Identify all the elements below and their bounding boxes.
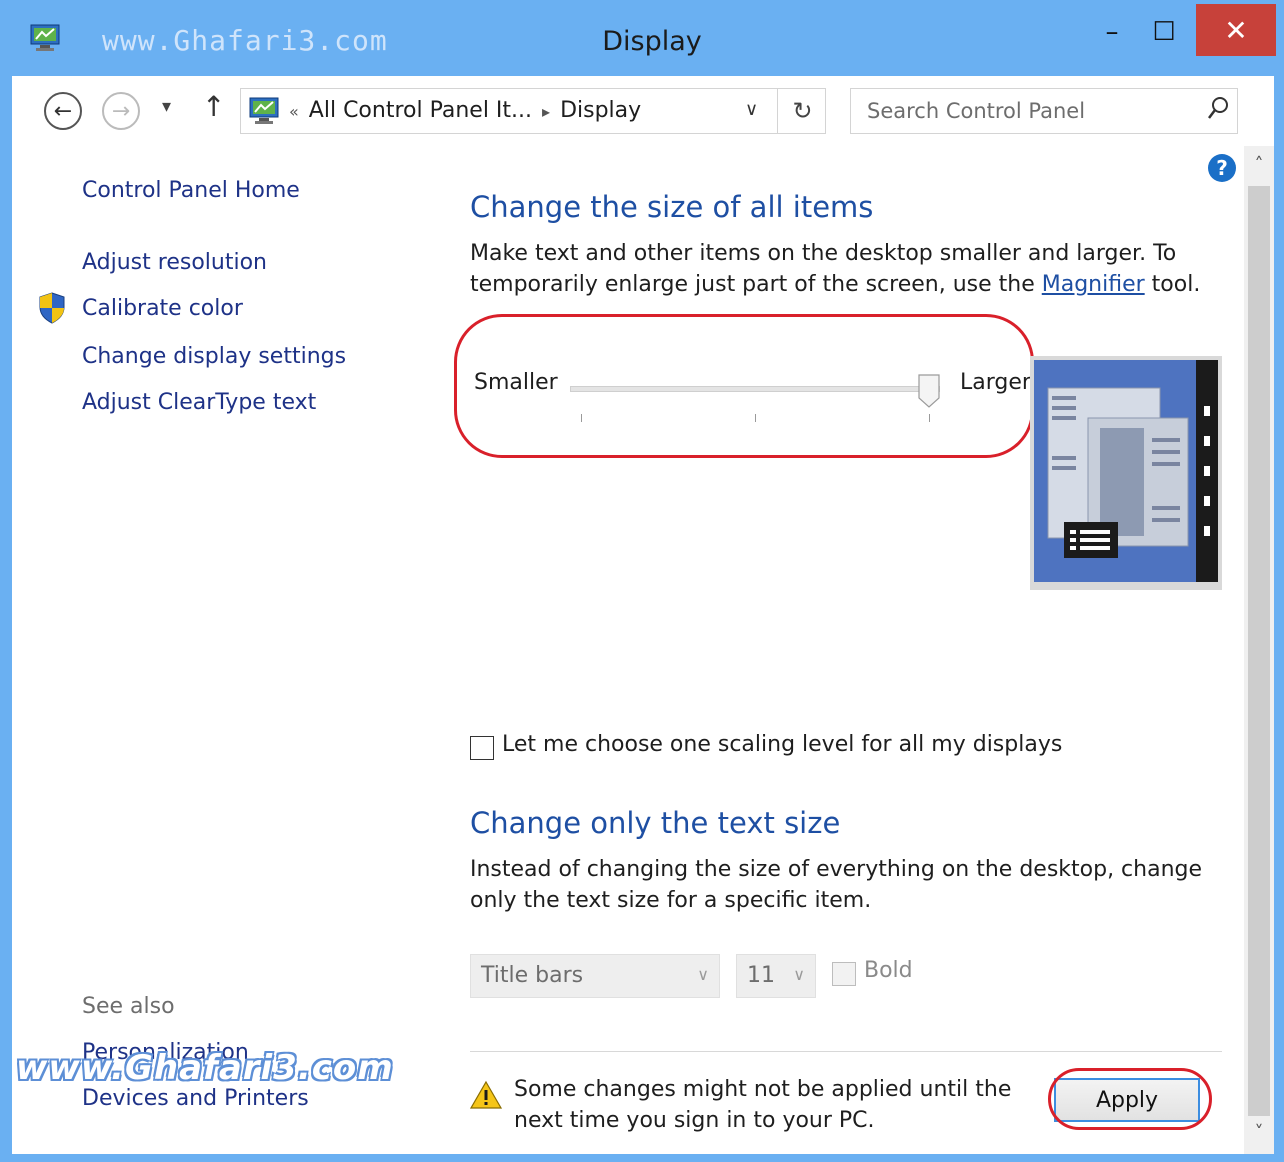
navigation-bar: ← → ▾ ↑ « All Control Panel It... ▸ Display… [12,76,1274,146]
title-bar[interactable]: www.Ghafari3.com Display – ☐ ✕ [0,0,1284,76]
divider [470,1051,1222,1052]
display-window: www.Ghafari3.com Display – ☐ ✕ ← → ▾ ↑ «… [0,0,1284,1162]
sidebar: Control Panel Home Adjust resolution Cal… [12,146,432,1154]
sidebar-item-calibrate-color[interactable]: Calibrate color [82,296,243,321]
maximize-button[interactable]: ☐ [1142,8,1186,56]
warning-text: Some changes might not be applied until … [514,1077,1012,1133]
back-arrow-icon[interactable]: ← [44,92,82,130]
size-slider[interactable]: Smaller Larger [470,366,1031,456]
close-button[interactable]: ✕ [1196,4,1276,56]
forward-arrow-icon[interactable]: → [102,92,140,130]
watermark-bottom: www.Ghafari3.com [16,1048,394,1088]
scrollbar-thumb[interactable] [1248,186,1270,1116]
apply-button[interactable]: Apply [1054,1078,1200,1122]
vertical-scrollbar[interactable]: ˄ ˅ [1244,146,1274,1154]
minimize-button[interactable]: – [1090,8,1134,56]
slider-tick [929,414,930,422]
breadcrumb-display[interactable]: Display [560,98,641,123]
section-description-size-all-items: Make text and other items on the desktop… [470,238,1230,300]
size-select-value: 11 [747,963,775,988]
chevron-down-icon: ∨ [793,965,805,984]
bold-checkbox[interactable] [832,962,856,986]
address-dropdown-icon[interactable]: ∨ [745,99,758,120]
slider-tick [755,414,756,422]
section-description-text-size: Instead of changing the size of everythi… [470,857,1203,913]
breadcrumb-all-control-panel-items[interactable]: All Control Panel It... [309,98,532,123]
slider-min-label: Smaller [474,370,558,395]
sidebar-item-devices-and-printers[interactable]: Devices and Printers [82,1086,309,1111]
one-scaling-level-checkbox[interactable] [470,736,494,760]
sidebar-item-adjust-cleartype-text[interactable]: Adjust ClearType text [82,390,316,415]
control-panel-icon [249,97,279,124]
uac-shield-icon [39,292,65,324]
window-client-area: ← → ▾ ↑ « All Control Panel It... ▸ Display… [12,76,1274,1154]
breadcrumb: « All Control Panel It... ▸ Display [289,98,641,123]
section-title-size-all-items: Change the size of all items [470,190,874,224]
size-select[interactable]: 11 ∨ [736,954,816,998]
sidebar-item-adjust-resolution[interactable]: Adjust resolution [82,250,267,275]
see-also-label: See also [82,994,175,1019]
warning-icon [470,1080,502,1109]
search-input[interactable] [850,88,1238,134]
bold-label[interactable]: Bold [864,958,913,983]
slider-tick [581,414,582,422]
item-select[interactable]: Title bars ∨ [470,954,720,998]
sidebar-item-control-panel-home[interactable]: Control Panel Home [82,178,300,203]
address-bar[interactable]: « All Control Panel It... ▸ Display ∨ ↻ [240,88,826,134]
display-size-preview-image [1030,356,1222,590]
scroll-down-icon[interactable]: ˅ [1244,1122,1274,1152]
description-text-end: tool. [1144,272,1201,297]
section-title-text-size: Change only the text size [470,806,841,840]
item-select-value: Title bars [481,963,584,988]
chevron-down-icon: ∨ [697,965,709,984]
up-arrow-icon[interactable]: ↑ [202,90,225,123]
one-scaling-level-label[interactable]: Let me choose one scaling level for all … [502,732,1062,757]
magnifier-link[interactable]: Magnifier [1042,272,1145,297]
search-icon[interactable] [1208,96,1230,122]
main-content: Change the size of all items Make text a… [454,146,1230,1154]
breadcrumb-separator-icon[interactable]: ▸ [542,102,550,121]
slider-track[interactable] [570,386,940,392]
sidebar-item-change-display-settings[interactable]: Change display settings [82,344,346,369]
scroll-up-icon[interactable]: ˄ [1244,154,1274,184]
slider-thumb[interactable] [918,374,940,408]
refresh-icon[interactable]: ↻ [777,89,827,133]
breadcrumb-overflow-icon[interactable]: « [289,102,299,121]
recent-locations-chevron-icon[interactable]: ▾ [162,96,171,117]
slider-max-label: Larger [960,370,1031,395]
